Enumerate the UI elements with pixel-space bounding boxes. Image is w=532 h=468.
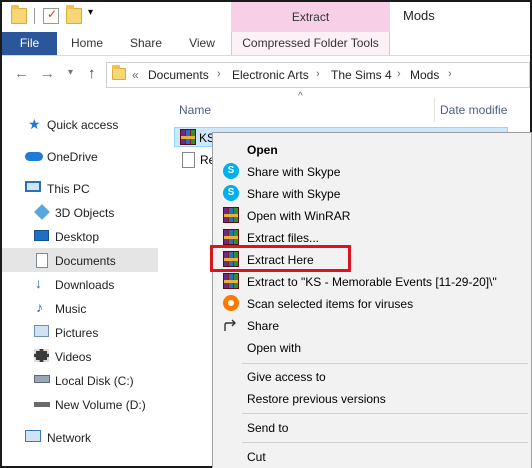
menu-item-restore-previous-versions[interactable]: Restore previous versions: [247, 392, 386, 406]
winrar-icon: [223, 207, 239, 223]
menu-item-share[interactable]: Share: [247, 319, 279, 333]
sidebar-item-label: New Volume (D:): [55, 398, 146, 412]
menu-separator: [242, 413, 528, 414]
sidebar-item-label: Desktop: [55, 230, 100, 244]
text-document-icon: [182, 152, 195, 168]
column-divider[interactable]: [434, 98, 435, 122]
breadcrumb-chevron-icon[interactable]: ›: [217, 68, 221, 80]
download-icon: ↓: [35, 275, 42, 291]
sidebar-item-label: Documents: [55, 254, 116, 268]
sidebar-item-label: Music: [55, 302, 87, 316]
breadcrumb-chevron-icon[interactable]: ›: [448, 68, 452, 80]
menu-item-give-access-to[interactable]: Give access to: [247, 370, 326, 384]
sidebar-item-label: Network: [47, 431, 92, 445]
computer-icon: [25, 181, 41, 192]
winrar-icon: [223, 273, 239, 289]
menu-item-scan-for-viruses[interactable]: Scan selected items for viruses: [247, 297, 413, 311]
menu-item-send-to[interactable]: Send to: [247, 421, 288, 435]
up-arrow-icon[interactable]: ↑: [88, 65, 96, 82]
address-folder-icon: [112, 65, 126, 80]
highlight-box: [210, 245, 351, 272]
menu-item-open-with[interactable]: Open with: [247, 341, 301, 355]
documents-icon: [36, 253, 48, 268]
breadcrumb-overflow-icon[interactable]: «: [132, 68, 139, 82]
folder-icon[interactable]: [11, 5, 27, 24]
breadcrumb-chevron-icon[interactable]: ›: [316, 68, 320, 80]
breadcrumb-chevron-icon[interactable]: ›: [397, 68, 401, 80]
menu-item-extract-files[interactable]: Extract files...: [247, 231, 319, 245]
winrar-archive-icon: [180, 129, 196, 145]
forward-arrow-icon[interactable]: →: [40, 65, 55, 82]
sidebar-item-label: Downloads: [55, 278, 115, 292]
menu-item-open-with-winrar[interactable]: Open with WinRAR: [247, 209, 350, 223]
new-folder-icon[interactable]: [66, 5, 82, 24]
cloud-icon: [25, 152, 43, 161]
breadcrumb-documents[interactable]: Documents: [148, 68, 209, 82]
tab-compressed-folder-tools[interactable]: Compressed Folder Tools: [231, 32, 390, 55]
sidebar-item-label: Quick access: [47, 118, 119, 132]
drive-icon: [34, 402, 50, 407]
contextual-group-label[interactable]: Extract: [231, 10, 390, 24]
breadcrumb-electronic-arts[interactable]: Electronic Arts: [232, 68, 309, 82]
sidebar-item-label: 3D Objects: [55, 206, 115, 220]
share-icon: [223, 317, 239, 333]
videos-icon: [34, 349, 49, 362]
tab-home[interactable]: Home: [64, 32, 110, 55]
sidebar-item-label: Videos: [55, 350, 92, 364]
tab-view[interactable]: View: [182, 32, 222, 55]
pictures-icon: [34, 325, 49, 337]
network-icon: [25, 430, 41, 442]
sort-ascending-icon: ^: [298, 91, 303, 102]
menu-item-share-with-skype[interactable]: Share with Skype: [247, 165, 340, 179]
breadcrumb-the-sims-4[interactable]: The Sims 4: [331, 68, 392, 82]
tab-share[interactable]: Share: [124, 32, 168, 55]
properties-check-icon[interactable]: ✓: [43, 7, 59, 24]
recent-locations-chevron-icon[interactable]: ▾: [68, 67, 73, 78]
tab-file[interactable]: File: [2, 32, 57, 55]
back-arrow-icon[interactable]: ←: [14, 65, 29, 82]
avast-icon: [223, 295, 239, 311]
quick-access-dropdown-icon[interactable]: ▾: [88, 7, 93, 18]
star-icon: ★: [28, 116, 41, 132]
menu-separator: [242, 363, 528, 364]
breadcrumb-mods[interactable]: Mods: [410, 68, 439, 82]
skype-icon: S: [223, 163, 239, 179]
sidebar-item-label: This PC: [47, 182, 90, 196]
quick-access-separator: [34, 8, 35, 24]
menu-item-extract-to[interactable]: Extract to "KS - Memorable Events [11-29…: [247, 275, 497, 289]
menu-item-open[interactable]: Open: [247, 143, 278, 157]
skype-icon: S: [223, 185, 239, 201]
column-header-date-modified[interactable]: Date modifie: [440, 103, 507, 117]
menu-item-cut[interactable]: Cut: [247, 450, 266, 464]
sidebar-item-label: Pictures: [55, 326, 99, 340]
column-header-name[interactable]: Name: [179, 103, 211, 117]
desktop-icon: [34, 230, 49, 241]
local-disk-icon: [34, 375, 50, 383]
menu-item-share-with-skype[interactable]: Share with Skype: [247, 187, 340, 201]
music-icon: ♪: [36, 299, 43, 315]
winrar-icon: [223, 229, 239, 245]
sidebar-item-label: OneDrive: [47, 150, 98, 164]
sidebar-item-label: Local Disk (C:): [55, 374, 134, 388]
window-title: Mods: [403, 8, 435, 23]
menu-separator: [242, 442, 528, 443]
